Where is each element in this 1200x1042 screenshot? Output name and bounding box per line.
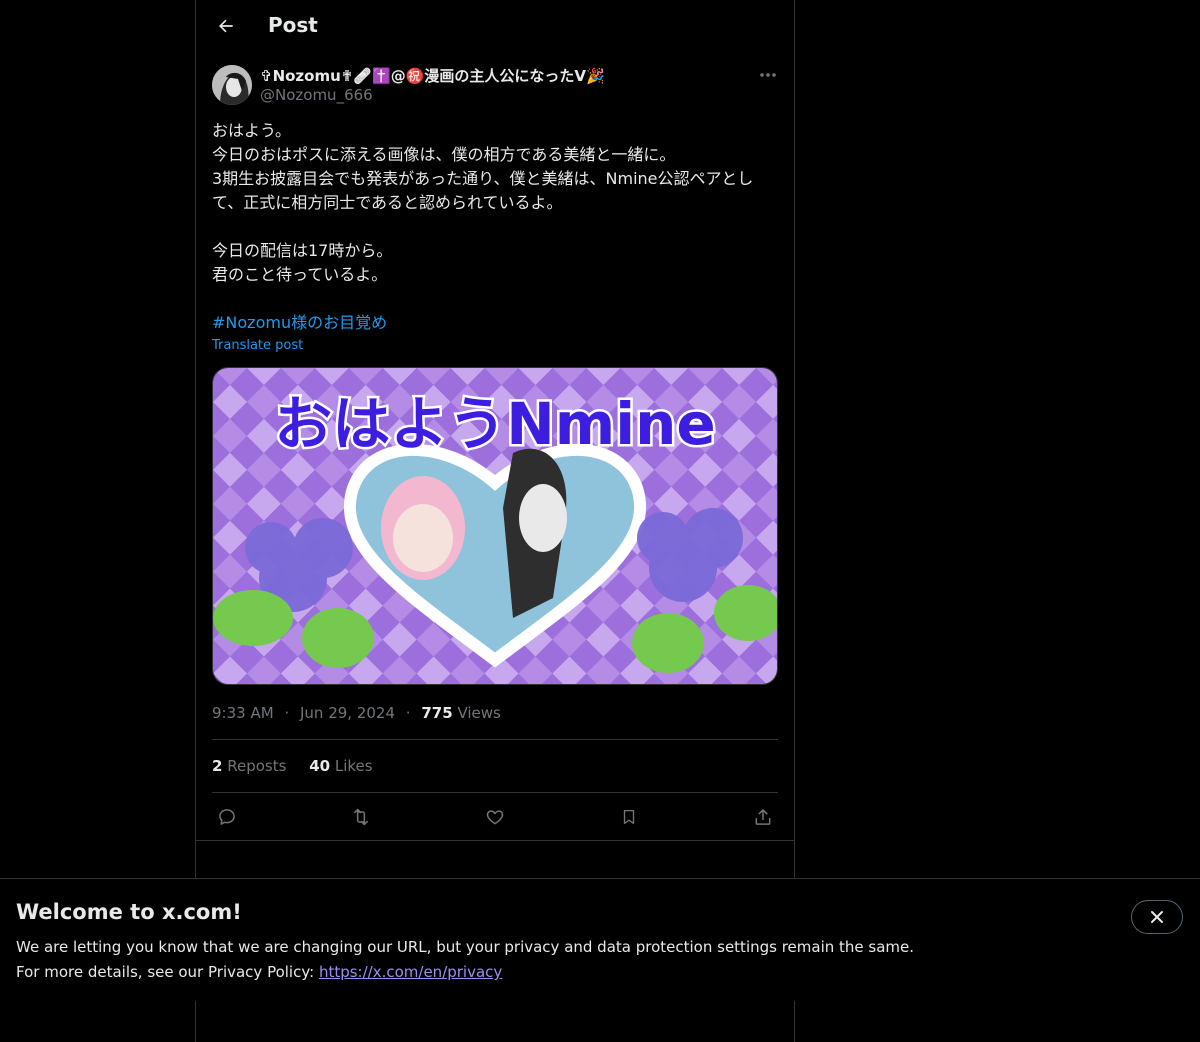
reply-icon (219, 809, 235, 825)
welcome-banner: Welcome to x.com! We are letting you kno… (0, 878, 1200, 1001)
banner-line-2: For more details, see our Privacy Policy… (16, 960, 914, 985)
reposts-stat[interactable]: 2 Reposts (212, 757, 286, 775)
post-image-art: おはようNmine (213, 368, 777, 684)
privacy-policy-link[interactable]: https://x.com/en/privacy (319, 963, 502, 981)
repost-icon (354, 808, 368, 826)
divider (212, 739, 778, 740)
post-image[interactable]: おはようNmine (212, 367, 778, 685)
share-button[interactable] (748, 803, 778, 831)
hashtag-link[interactable]: #Nozomu様のお目覚め (212, 311, 387, 335)
more-dots-icon (760, 73, 776, 77)
likes-count: 40 (309, 757, 331, 775)
reply-button[interactable] (212, 803, 242, 831)
close-banner-button[interactable] (1131, 900, 1183, 934)
post-text: おはよう。 今日のおはポスに添える画像は、僕の相方である美緒と一緒に。 3期生お… (212, 121, 754, 284)
banner-line-1: We are letting you know that we are chan… (16, 938, 915, 956)
views-count: 775 (421, 704, 453, 722)
divider (212, 792, 778, 793)
meta-separator: · (284, 704, 290, 722)
bookmark-button[interactable] (614, 803, 644, 831)
translate-post-link[interactable]: Translate post (212, 338, 303, 353)
author-handle[interactable]: @Nozomu_666 (260, 86, 373, 104)
back-arrow-icon (219, 19, 233, 33)
more-options-button[interactable] (756, 64, 780, 86)
repost-button[interactable] (346, 803, 376, 831)
close-icon (1151, 911, 1163, 923)
banner-line-2-prefix: For more details, see our Privacy Policy… (16, 963, 319, 981)
post-date[interactable]: Jun 29, 2024 (300, 704, 395, 722)
meta-separator: · (405, 704, 411, 722)
banner-title: Welcome to x.com! (16, 900, 242, 924)
action-bar (212, 803, 778, 831)
like-button[interactable] (480, 803, 510, 831)
post-time[interactable]: 9:33 AM (212, 704, 274, 722)
reposts-label: Reposts (227, 757, 287, 775)
post-meta: 9:33 AM · Jun 29, 2024 · 775 Views (212, 704, 501, 722)
avatar[interactable] (212, 65, 252, 105)
reposts-count: 2 (212, 757, 223, 775)
likes-stat[interactable]: 40 Likes (309, 757, 372, 775)
post-header: Post (196, 0, 794, 53)
image-caption: おはようNmine (274, 390, 716, 458)
back-button[interactable] (212, 12, 240, 40)
views-label: Views (457, 704, 501, 722)
post-stats: 2 Reposts 40 Likes (212, 757, 391, 775)
like-icon (486, 810, 504, 825)
avatar-image (212, 65, 252, 105)
author-display-name[interactable]: ✞Nozomu✟🩹✝️@㊗️漫画の主人公になったV🎉 (260, 65, 605, 86)
share-icon (755, 809, 771, 825)
likes-label: Likes (334, 757, 373, 775)
page-title: Post (268, 13, 318, 37)
bookmark-icon (623, 809, 635, 825)
banner-message: We are letting you know that we are chan… (16, 935, 914, 985)
divider (196, 840, 794, 841)
